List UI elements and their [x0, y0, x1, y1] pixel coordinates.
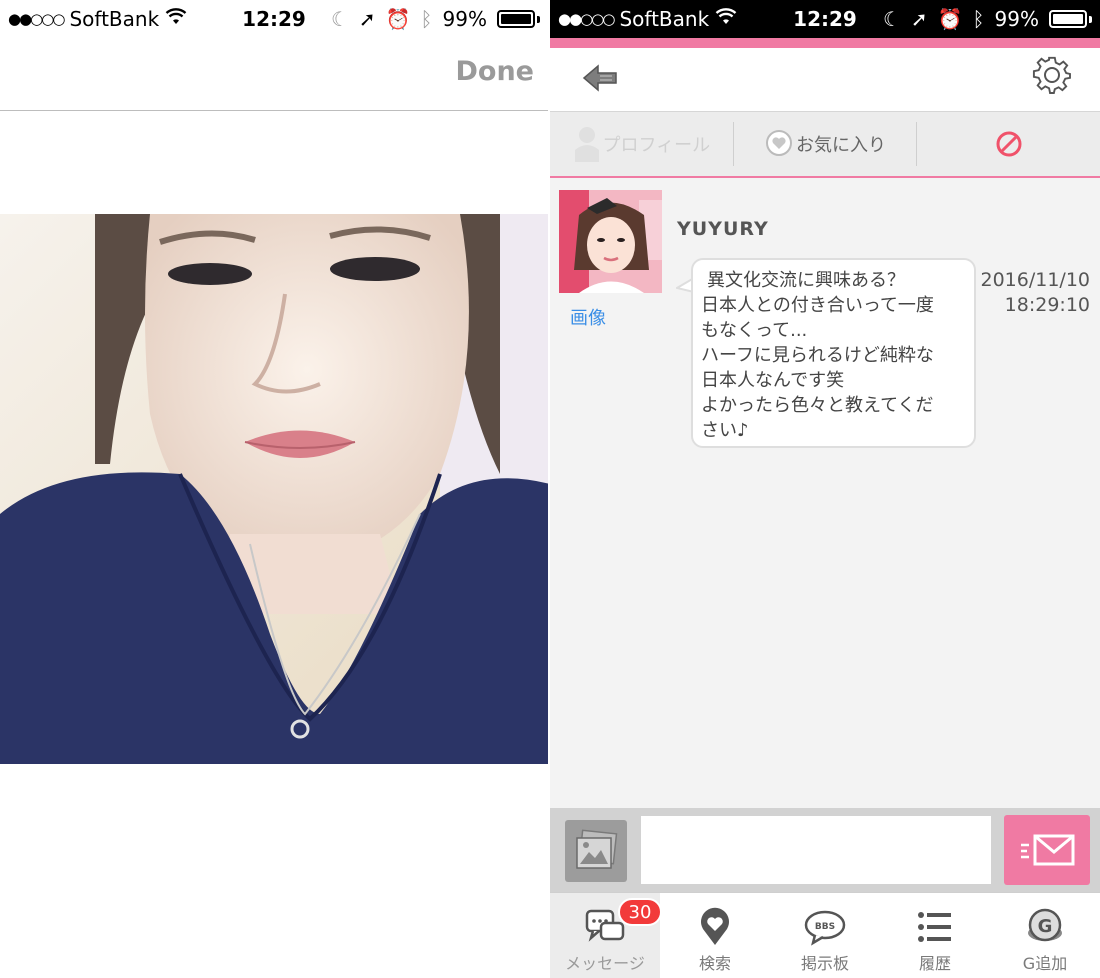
tab-history-label: 履歴 [918, 954, 951, 973]
alarm-icon: ⏰ [937, 7, 963, 31]
coin-icon: G [1028, 908, 1062, 942]
profile-photo [0, 214, 548, 764]
bottom-tab-bar: 30 メッセージ 検索 BBS 掲示板 履歴 G G追加 [550, 892, 1100, 978]
tab-search-label: 検索 [698, 954, 731, 973]
photo-viewer-screen: ●●○○○ SoftBank 12:29 ☾ ➚ ⏰ ᛒ 99% Done [0, 0, 548, 978]
tab-bbs[interactable]: BBS 掲示板 [770, 893, 880, 978]
tab-block[interactable] [917, 112, 1100, 176]
moon-icon: ☾ [882, 7, 901, 31]
settings-button[interactable] [1032, 55, 1072, 95]
message-bubble: 異文化交流に興味ある？ 日本人との付き合いって一度 もなくって... ハーフに見… [691, 258, 976, 448]
message-line: もなくって... [701, 320, 808, 341]
person-icon [574, 127, 599, 162]
tab-history[interactable]: 履歴 [880, 893, 990, 978]
composer [550, 808, 1100, 892]
avatar[interactable] [559, 190, 662, 293]
bluetooth-icon: ᛒ [972, 7, 985, 31]
status-bar: ●●○○○ SoftBank 12:29 ☾ ➚ ⏰ ᛒ 99% [550, 0, 1100, 38]
tab-g-add[interactable]: G G追加 [990, 893, 1100, 978]
message-line: 日本人なんです笑 [701, 370, 845, 391]
location-icon: ➚ [358, 7, 376, 31]
battery-icon [1049, 10, 1087, 28]
message-date: 2016/11/10 [980, 269, 1090, 291]
bluetooth-icon: ᛒ [420, 7, 433, 31]
tab-favorite[interactable]: お気に入り [734, 112, 917, 176]
back-arrow-icon [582, 64, 617, 92]
bbs-icon-text: BBS [815, 922, 835, 932]
message-line: よかったら色々と教えてくだ [701, 395, 934, 416]
done-button[interactable]: Done [456, 56, 535, 87]
image-link[interactable]: 画像 [570, 304, 606, 330]
moon-icon: ☾ [330, 7, 349, 31]
profile-tabs: プロフィール お気に入り [550, 112, 1100, 178]
battery-icon [497, 10, 535, 28]
message-line: 日本人との付き合いって一度 [701, 295, 934, 316]
tab-favorite-label: お気に入り [796, 135, 886, 156]
gear-icon [1032, 56, 1071, 94]
battery-percent: 99% [442, 7, 487, 31]
alarm-icon: ⏰ [385, 7, 411, 31]
coin-icon-text: G [1038, 916, 1053, 937]
block-icon [996, 131, 1022, 157]
back-button[interactable] [582, 60, 618, 96]
tab-g-add-label: G追加 [1022, 954, 1068, 973]
message-list: 画像 YUYURY 異文化交流に興味ある？ 日本人との付き合いって一度 もなくっ… [550, 180, 1100, 808]
nav-bar: Done [0, 38, 548, 111]
tab-profile[interactable]: プロフィール [550, 112, 733, 176]
accent-bar [550, 38, 1100, 48]
message-time: 18:29:10 [1004, 294, 1090, 316]
tab-bbs-label: 掲示板 [800, 954, 849, 973]
message-timestamp: 2016/11/10 18:29:10 [980, 268, 1090, 318]
tab-messages-label: メッセージ [565, 954, 645, 973]
attach-image-button[interactable] [565, 820, 627, 882]
location-icon: ➚ [910, 7, 928, 31]
message-detail-screen: ●●○○○ SoftBank 12:29 ☾ ➚ ⏰ ᛒ 99% プロフィール … [550, 0, 1100, 978]
message-input[interactable] [641, 816, 991, 884]
status-bar: ●●○○○ SoftBank 12:29 ☾ ➚ ⏰ ᛒ 99% [0, 0, 548, 38]
heart-pin-icon [701, 907, 729, 945]
photo-icon [576, 829, 618, 869]
nav-bar [550, 48, 1100, 112]
message-line: さい♪ [701, 420, 749, 441]
message-line: 異文化交流に興味ある？ [707, 270, 905, 291]
heart-bubble-icon [766, 130, 792, 156]
list-icon [918, 912, 951, 942]
sender-name: YUYURY [677, 218, 769, 240]
send-button[interactable] [1004, 815, 1090, 885]
mail-send-icon [1021, 834, 1075, 866]
tab-messages[interactable]: 30 メッセージ [550, 893, 662, 978]
bbs-icon: BBS [804, 910, 846, 946]
tab-profile-label: プロフィール [602, 135, 711, 156]
message-line: ハーフに見られるけど純粋な [701, 345, 934, 366]
battery-percent: 99% [994, 7, 1039, 31]
unread-badge: 30 [618, 898, 662, 926]
tab-search[interactable]: 検索 [660, 893, 770, 978]
